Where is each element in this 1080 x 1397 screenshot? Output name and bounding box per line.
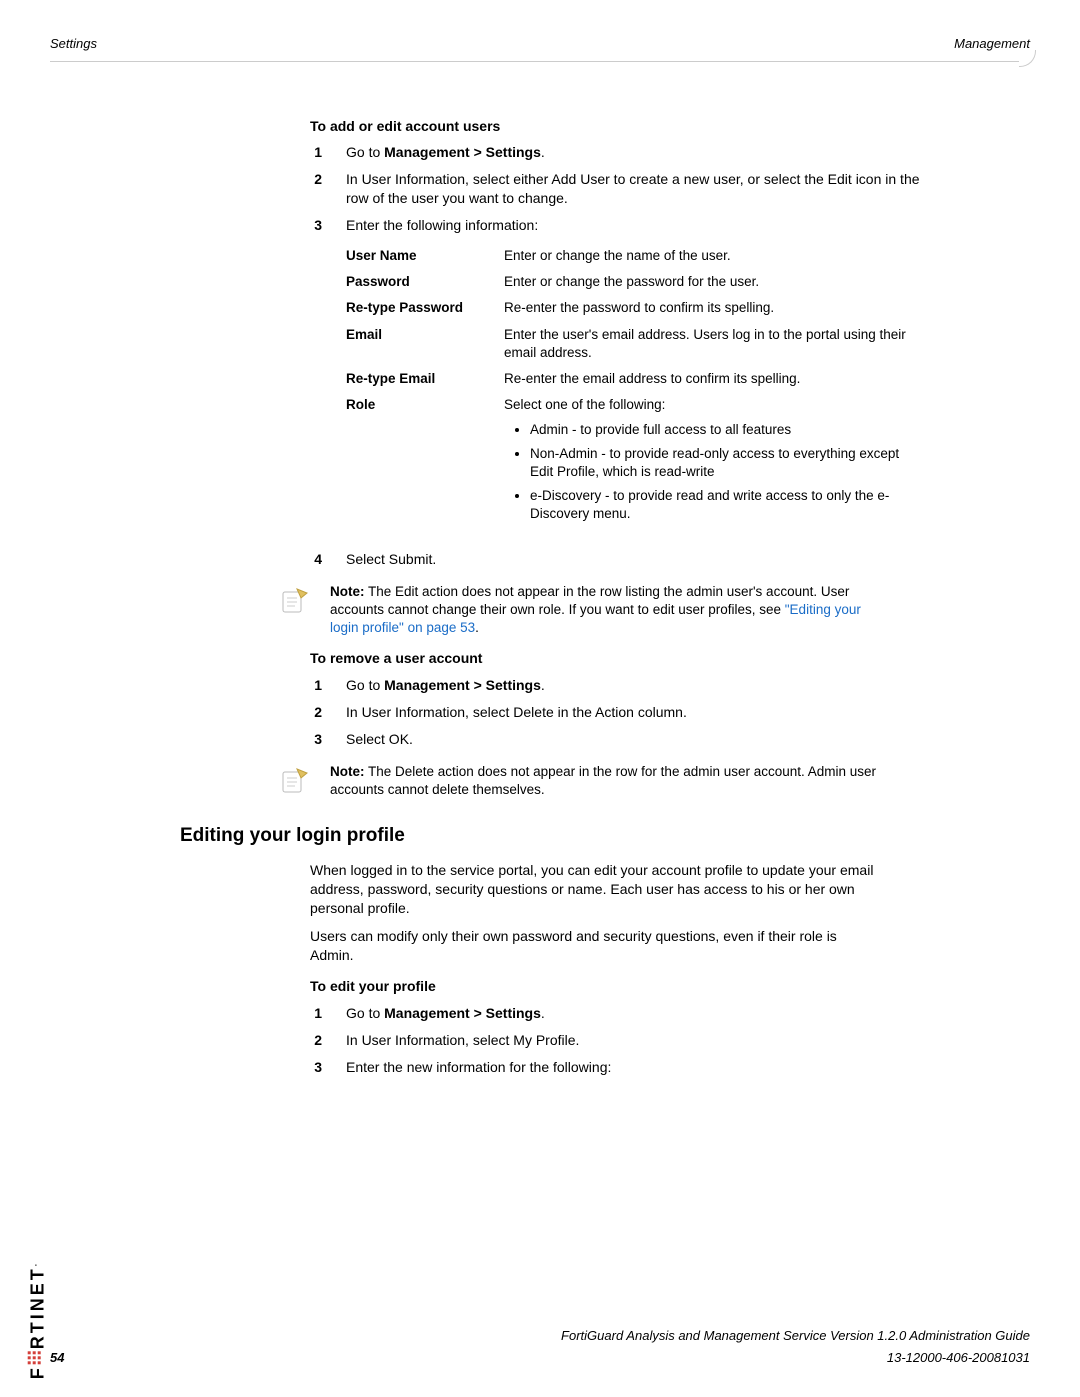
list-body: Go to Management > Settings.: [346, 1004, 926, 1023]
list-number: 2: [310, 170, 322, 208]
ordered-list: 1 Go to Management > Settings. 2 In User…: [310, 676, 1030, 749]
field-desc: Select one of the following: Admin - to …: [504, 392, 916, 533]
field-label: User Name: [346, 243, 504, 269]
header-left: Settings: [50, 35, 97, 53]
field-desc: Re-enter the email address to confirm it…: [504, 366, 916, 392]
note-block: Note: The Delete action does not appear …: [276, 763, 1030, 799]
field-desc: Re-enter the password to confirm its spe…: [504, 295, 916, 321]
field-desc: Enter the user's email address. Users lo…: [504, 322, 916, 366]
list-item: 2 In User Information, select My Profile…: [310, 1031, 1030, 1050]
list-item: 2 In User Information, select Delete in …: [310, 703, 1030, 722]
ordered-list: 1 Go to Management > Settings. 2 In User…: [310, 143, 1030, 568]
field-label: Re-type Email: [346, 366, 504, 392]
list-body: In User Information, select Delete in th…: [346, 703, 926, 722]
list-item: 4 Select Submit.: [310, 550, 1030, 569]
field-definitions-table: User Name Enter or change the name of th…: [346, 243, 916, 534]
page-footer: FortiGuard Analysis and Management Servi…: [0, 1327, 1080, 1367]
footer-doc-id: 13-12000-406-20081031: [887, 1349, 1030, 1367]
note-text: Note: The Delete action does not appear …: [330, 763, 890, 799]
list-body: In User Information, select either Add U…: [346, 170, 926, 208]
list-number: 3: [310, 730, 322, 749]
table-row: User Name Enter or change the name of th…: [346, 243, 916, 269]
list-body: Enter the new information for the follow…: [346, 1058, 926, 1077]
table-row: Password Enter or change the password fo…: [346, 269, 916, 295]
list-number: 4: [310, 550, 322, 569]
table-row: Re-type Email Re-enter the email address…: [346, 366, 916, 392]
field-desc: Enter or change the password for the use…: [504, 269, 916, 295]
field-label: Role: [346, 392, 504, 533]
table-row: Email Enter the user's email address. Us…: [346, 322, 916, 366]
field-desc: Enter or change the name of the user.: [504, 243, 916, 269]
field-label: Re-type Password: [346, 295, 504, 321]
list-item: Admin - to provide full access to all fe…: [530, 421, 908, 439]
paragraph: When logged in to the service portal, yo…: [310, 861, 880, 918]
section-heading-editing-profile: Editing your login profile: [180, 823, 1030, 849]
list-number: 2: [310, 1031, 322, 1050]
footer-doc-title: FortiGuard Analysis and Management Servi…: [50, 1327, 1030, 1345]
section-title-remove-user: To remove a user account: [310, 649, 1030, 668]
list-body: In User Information, select My Profile.: [346, 1031, 926, 1050]
field-label: Password: [346, 269, 504, 295]
list-number: 1: [310, 676, 322, 695]
list-body: Go to Management > Settings.: [346, 143, 926, 162]
note-block: Note: The Edit action does not appear in…: [276, 583, 1030, 638]
header-right: Management: [954, 35, 1030, 53]
running-header: Settings Management: [50, 35, 1030, 62]
note-icon: [276, 763, 312, 799]
list-item: 3 Enter the new information for the foll…: [310, 1058, 1030, 1077]
list-item: 1 Go to Management > Settings.: [310, 143, 1030, 162]
list-body: Select OK.: [346, 730, 926, 749]
role-options-list: Admin - to provide full access to all fe…: [516, 421, 908, 524]
list-body: Go to Management > Settings.: [346, 676, 926, 695]
ordered-list: 1 Go to Management > Settings. 2 In User…: [310, 1004, 1030, 1077]
list-number: 1: [310, 143, 322, 162]
section-title-add-edit-users: To add or edit account users: [310, 117, 1030, 136]
note-text: Note: The Edit action does not appear in…: [330, 583, 890, 638]
list-number: 1: [310, 1004, 322, 1023]
page-content: To add or edit account users 1 Go to Man…: [180, 117, 1030, 1077]
table-row: Re-type Password Re-enter the password t…: [346, 295, 916, 321]
list-item: 1 Go to Management > Settings.: [310, 1004, 1030, 1023]
list-item: 2 In User Information, select either Add…: [310, 170, 1030, 208]
note-icon: [276, 583, 312, 619]
document-page: Settings Management To add or edit accou…: [0, 0, 1080, 1397]
list-body: Select Submit.: [346, 550, 926, 569]
section-title-edit-profile: To edit your profile: [310, 977, 1030, 996]
list-number: 3: [310, 1058, 322, 1077]
list-body: Enter the following information: User Na…: [346, 216, 926, 542]
paragraph: Users can modify only their own password…: [310, 927, 880, 965]
list-item: 3 Select OK.: [310, 730, 1030, 749]
page-number: 54: [50, 1349, 64, 1367]
list-item: e-Discovery - to provide read and write …: [530, 487, 908, 523]
table-row: Role Select one of the following: Admin …: [346, 392, 916, 533]
list-item: 3 Enter the following information: User …: [310, 216, 1030, 542]
list-item: 1 Go to Management > Settings.: [310, 676, 1030, 695]
field-label: Email: [346, 322, 504, 366]
list-number: 2: [310, 703, 322, 722]
list-item: Non-Admin - to provide read-only access …: [530, 445, 908, 481]
list-number: 3: [310, 216, 322, 542]
